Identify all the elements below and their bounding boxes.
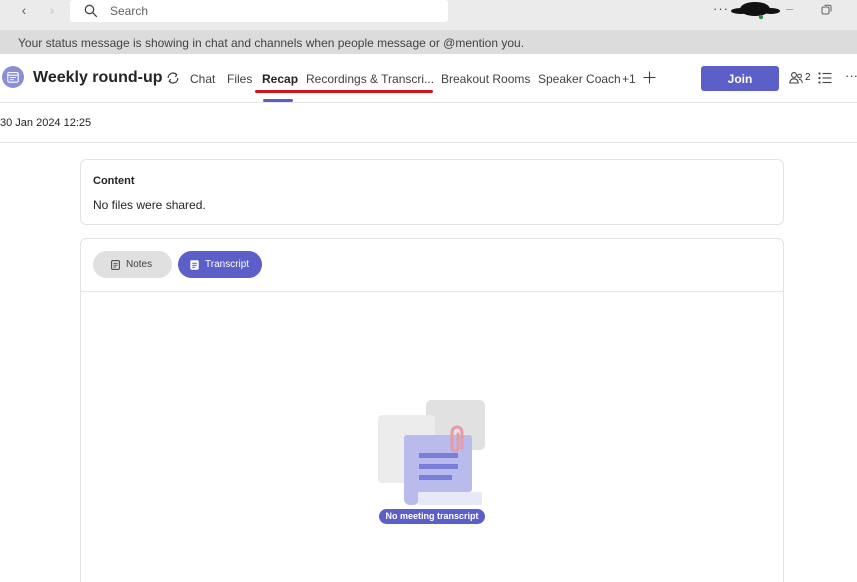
active-tab-indicator <box>263 99 293 102</box>
content-subtitle: No files were shared. <box>93 198 206 212</box>
search-input[interactable]: Search <box>110 4 148 18</box>
notes-tab-label: Notes <box>126 259 153 270</box>
empty-transcript-illustration <box>378 400 485 505</box>
search-box[interactable]: Search <box>70 0 448 22</box>
empty-state-label: No meeting transcript <box>379 509 485 524</box>
meeting-datetime: 30 Jan 2024 12:25 <box>0 117 92 129</box>
transcript-tab-label: Transcript <box>205 259 250 270</box>
participants-icon[interactable] <box>789 71 803 85</box>
participant-count: 2 <box>805 72 811 83</box>
title-bar: ‹ › Search ··· – <box>0 0 857 30</box>
status-message-banner: Your status message is showing in chat a… <box>0 30 857 54</box>
tab-recap[interactable]: Recap <box>262 72 298 86</box>
join-button[interactable]: Join <box>701 66 779 91</box>
meeting-date-row: 30 Jan 2024 12:25 <box>0 103 857 143</box>
profile-avatar[interactable] <box>731 0 781 20</box>
minimize-button[interactable]: – <box>786 1 793 16</box>
tab-overflow-more[interactable]: +1 <box>622 72 636 86</box>
transcript-icon <box>190 260 199 270</box>
status-message-text: Your status message is showing in chat a… <box>18 36 525 50</box>
tab-breakout-rooms[interactable]: Breakout Rooms <box>441 72 530 86</box>
search-icon <box>84 4 98 18</box>
transcript-tab-button[interactable]: Transcript <box>178 251 262 278</box>
list-icon[interactable] <box>818 72 832 84</box>
restore-icon[interactable] <box>821 4 832 15</box>
notes-card-divider <box>81 291 783 292</box>
meeting-title: Weekly round-up <box>33 69 163 86</box>
forward-arrow-icon[interactable]: › <box>42 2 62 18</box>
tab-recordings-transcripts[interactable]: Recordings & Transcri... <box>306 72 434 86</box>
tab-speaker-coach[interactable]: Speaker Coach <box>538 72 621 86</box>
calendar-icon <box>2 66 24 88</box>
tab-files[interactable]: Files <box>227 72 252 86</box>
notes-icon <box>111 260 120 270</box>
meeting-header: Weekly round-up Chat Files Recap Recordi… <box>0 54 857 103</box>
annotation-underline-tabs <box>255 90 433 93</box>
content-card: Content No files were shared. <box>80 159 784 225</box>
tab-chat[interactable]: Chat <box>190 72 215 86</box>
back-arrow-icon[interactable]: ‹ <box>14 2 34 18</box>
series-refresh-icon <box>167 72 179 84</box>
add-tab-plus-icon[interactable] <box>643 71 656 84</box>
settings-more-icon[interactable]: ··· <box>713 1 729 16</box>
content-title: Content <box>93 175 135 187</box>
more-options-icon[interactable]: ··· <box>845 68 857 83</box>
notes-tab-button[interactable]: Notes <box>93 251 172 278</box>
